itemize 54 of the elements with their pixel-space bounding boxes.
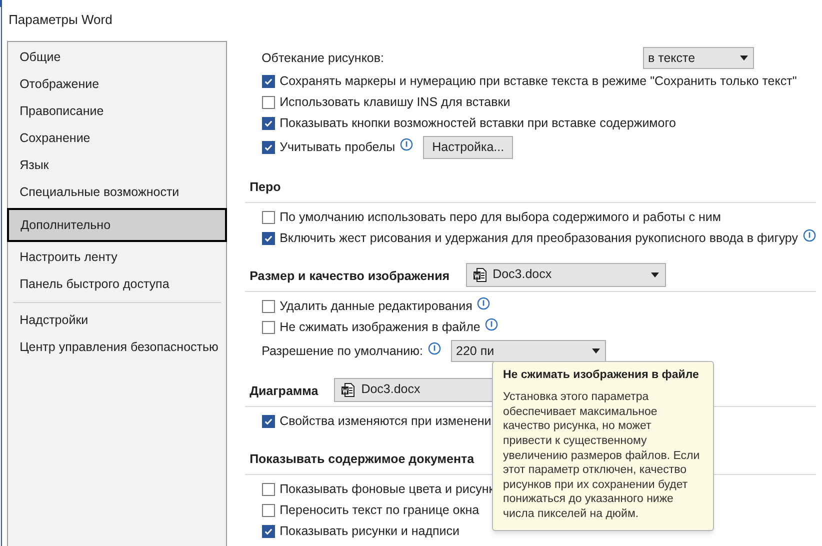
sidebar-item[interactable]: Панель быстрого доступа: [8, 271, 226, 298]
section-header: Диаграмма: [248, 383, 318, 400]
checkbox[interactable]: [262, 117, 275, 130]
section-header: Показывать содержимое документа: [248, 451, 474, 468]
settings-button[interactable]: Настройка...: [423, 136, 514, 158]
caret-icon: [591, 348, 602, 354]
checkbox-label: Учитывать пробелы: [280, 138, 396, 156]
dropdown[interactable]: в тексте: [643, 47, 754, 69]
checkbox[interactable]: [262, 140, 275, 154]
checkbox-label: Показывать рисунки и надписи: [280, 523, 460, 540]
checkbox-label: Использовать клавишу INS для вставки: [280, 94, 510, 112]
checkbox[interactable]: [262, 415, 275, 428]
checkbox[interactable]: [262, 483, 275, 496]
checkbox-label: Свойства изменяются при изменени: [280, 413, 492, 430]
checkbox[interactable]: [262, 504, 275, 517]
dropdown-value: 220 пи: [456, 342, 494, 360]
checkbox-label: Включить жест рисования и удержания для преобразования рукописного ввода в фигуру: [280, 230, 798, 248]
dropdown-value: Doc3.docx: [361, 381, 420, 398]
checkbox[interactable]: [262, 321, 275, 334]
checkbox[interactable]: [262, 525, 275, 538]
sidebar-item[interactable]: Центр управления безопасностью: [8, 334, 226, 361]
document-icon: [472, 266, 488, 282]
section-header: Перо: [248, 179, 281, 196]
caret-icon: [650, 272, 660, 278]
checkbox-label: Показывать кнопки возможностей вставки при вставке содержимого: [280, 115, 676, 132]
field-label: Разрешение по умолчанию:: [262, 342, 424, 360]
section-header: Размер и качество изображения: [248, 268, 450, 286]
document-icon: [340, 382, 356, 398]
sidebar-item[interactable]: Дополнительно: [6, 208, 227, 242]
dropdown-value: в тексте: [648, 50, 696, 67]
sidebar-item[interactable]: Отображение: [8, 71, 226, 98]
sidebar-item[interactable]: Специальные возможности: [8, 179, 226, 206]
checkbox-label: По умолчанию использовать перо для выбора содержимого и работы с ним: [280, 209, 721, 226]
dropdown-value: Doc3.docx: [492, 266, 552, 284]
checkbox-label: Переносить текст по границе окна: [280, 502, 480, 520]
caret-icon: [739, 55, 749, 61]
field-label: Обтекание рисунков:: [262, 50, 384, 67]
sidebar-item[interactable]: Настроить ленту: [8, 244, 226, 271]
checkbox[interactable]: [262, 75, 275, 88]
document-dropdown[interactable]: Doc3.docx: [466, 262, 666, 286]
checkbox[interactable]: [262, 211, 275, 224]
checkbox[interactable]: [262, 300, 275, 313]
sidebar-item[interactable]: Общие: [8, 44, 226, 71]
sidebar-item[interactable]: Правописание: [8, 98, 226, 125]
sidebar-item[interactable]: Сохранение: [8, 125, 226, 152]
checkbox[interactable]: [262, 96, 275, 109]
sidebar-item[interactable]: Надстройки: [8, 307, 226, 334]
window-title: Параметры Word: [8, 11, 112, 30]
checkbox[interactable]: [262, 232, 275, 245]
checkbox-label: Не сжимать изображения в файле: [280, 319, 480, 336]
checkbox-label: Сохранять маркеры и нумерацию при вставке текста в режиме "Сохранить только текст": [280, 73, 797, 90]
sidebar-item[interactable]: Язык: [8, 152, 226, 179]
dropdown[interactable]: 220 пи: [451, 340, 606, 362]
checkbox-label: Удалить данные редактирования: [280, 298, 472, 316]
